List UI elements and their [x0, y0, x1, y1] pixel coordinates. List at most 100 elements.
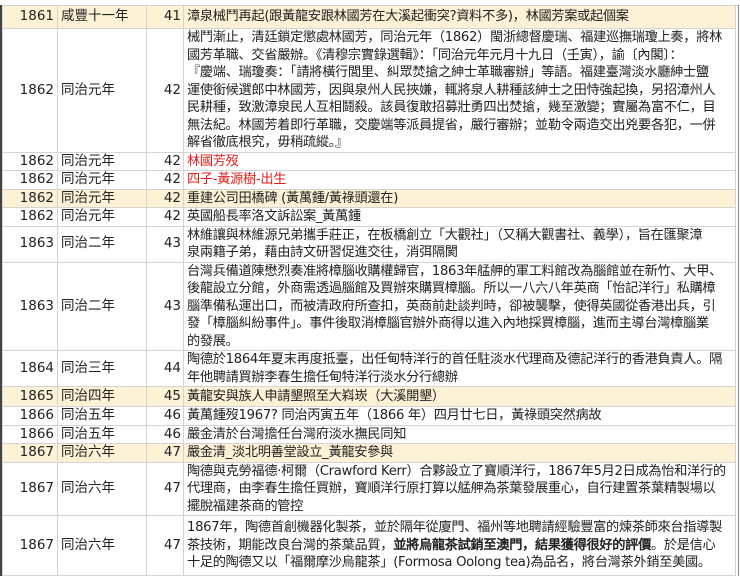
number-cell[interactable]: 43 [146, 261, 184, 351]
content-cell[interactable]: 陶德與克勞福德·柯爾（Crawford Kerr）合夥設立了寶順洋行，1867年… [183, 461, 736, 516]
era-cell[interactable]: 同治元年 [57, 188, 147, 208]
era-cell[interactable]: 同治元年 [57, 28, 147, 153]
content-text: 林維讓與林維源兄弟攜手莊正，在板橋創立「大觀社」（又稱大觀書社、義學），旨在匯聚… [187, 227, 703, 243]
era-cell[interactable]: 同治二年 [57, 261, 147, 351]
number-cell[interactable]: 42 [146, 170, 184, 190]
era-cell[interactable]: 同治二年 [57, 225, 147, 263]
table-row: 1862 同治元年 42 林國芳歿 [2, 151, 736, 171]
content-text: 國芳革職、交省嚴辦。《清穆宗實錄選輯》：「同治元年元月十九日（壬寅），諭〔內閣〕… [187, 47, 683, 63]
table-row: 1862 同治元年 42 英國船長率洛文訴訟案_黃萬鍾 [2, 207, 736, 227]
era-cell[interactable]: 同治六年 [57, 461, 147, 516]
content-cell[interactable]: 嚴金清_淡北明善堂設立_黃龍安參與 [183, 443, 736, 463]
year-cell[interactable]: 1864 [2, 350, 58, 387]
table-row: 1861 咸豐十一年 41 漳泉械鬥再起(跟黃龍安跟林國芳在大溪起衝突?資料不多)，林… [2, 5, 736, 29]
content-line: 英國船長率洛文訴訟案_黃萬鍾 [187, 208, 732, 225]
era-cell[interactable]: 同治五年 [57, 424, 147, 444]
content-line: 國芳革職、交省嚴辦。《清穆宗實錄選輯》：「同治元年元月十九日（壬寅），諭〔內閣〕… [187, 47, 732, 65]
spreadsheet: 1861 咸豐十一年 41 漳泉械鬥再起(跟黃龍安跟林國芳在大溪起衝突?資料不多)，林… [0, 5, 739, 576]
number-cell[interactable]: 45 [146, 386, 184, 407]
number-cell[interactable]: 42 [146, 207, 184, 227]
table-row: 1866 同治五年 46 黃萬鍾歿1967? 同治丙寅五年（1866 年）四月廿七日，… [2, 406, 736, 426]
number-cell[interactable]: 42 [146, 188, 184, 208]
content-cell[interactable]: 台灣兵備道陳懋烈奏准將樟腦收購權歸官，1863年艋舺的軍工料館改為腦館並在新竹、… [183, 261, 736, 351]
content-line: 代理商，由李春生擔任買辦，寶順洋行原打算以艋舺為茶葉發展重心，自行建置茶葉精製場… [187, 480, 732, 498]
content-cell[interactable]: 械鬥漸止，清廷鎖定懲處林國芳，同治元年（1862）閩浙總督慶瑞、福建巡撫瑞瓊上奏… [183, 28, 736, 153]
number-cell[interactable]: 44 [146, 350, 184, 387]
content-cell[interactable]: 黃萬鍾歿1967? 同治丙寅五年（1866 年）四月廿七日，黃祿頭突然病故 [183, 406, 736, 426]
content-cell[interactable]: 英國船長率洛文訴訟案_黃萬鍾 [183, 207, 736, 227]
era-cell[interactable]: 同治五年 [57, 406, 147, 426]
content-line: 茶技術，期能改良台灣的茶葉品質，並將烏龍茶試銷至澳門，結果獲得很好的評價。於是信… [187, 537, 732, 555]
content-cell[interactable]: 四子-黃源樹-出生 [183, 170, 736, 190]
content-cell[interactable]: 重建公司田橋碑 (黃萬鍾/黃祿頭還在) [183, 188, 736, 208]
number-cell[interactable]: 46 [146, 424, 184, 444]
content-cell[interactable]: 嚴金清於台灣擔任台灣府淡水撫民同知 [183, 424, 736, 444]
bold-text: 並將烏龍茶試銷至澳門，結果獲得很好的評價 [393, 537, 651, 553]
year-cell[interactable]: 1863 [2, 225, 58, 263]
year-cell[interactable]: 1862 [2, 207, 58, 227]
number-cell[interactable]: 47 [146, 515, 184, 576]
era-cell[interactable]: 同治元年 [57, 207, 147, 227]
number-cell[interactable]: 43 [146, 225, 184, 263]
content-text: 擺脫福建茶商的管控 [187, 498, 303, 514]
year-cell[interactable]: 1862 [2, 28, 58, 153]
content-cell[interactable]: 林國芳歿 [183, 151, 736, 171]
era-cell[interactable]: 同治六年 [57, 443, 147, 463]
era-cell[interactable]: 同治三年 [57, 350, 147, 387]
content-line: 嚴金清_淡北明善堂設立_黃龍安參與 [187, 444, 732, 461]
number-cell[interactable]: 42 [146, 28, 184, 153]
number-cell[interactable]: 47 [146, 443, 184, 463]
content-line: 解省徹底根究，毋稍疏縱。』 [187, 134, 732, 151]
number-cell[interactable]: 46 [146, 406, 184, 426]
era-cell[interactable]: 同治元年 [57, 151, 147, 171]
content-text: 年他聘請買辦李春生擔任甸特洋行淡水分行總辦 [187, 369, 458, 385]
content-text: 腦準備私運出口，而被清政府所查扣，英商前赴談判時，卻被襲擊，使得英國從香港出兵，… [187, 298, 716, 314]
year-cell[interactable]: 1862 [2, 151, 58, 171]
content-cell[interactable]: 1867年，陶德首創機器化製茶，並於隔年從廈門、福州等地聘請經驗豐富的煉茶師來台… [183, 515, 736, 576]
content-text: 『慶端、瑞瓊奏：「請將橫行閭里、糾眾焚搶之紳士革職審辦」等語。福建臺灣淡水廳紳士… [187, 65, 709, 80]
content-line: 重建公司田橋碑 (黃萬鍾/黃祿頭還在) [187, 190, 732, 207]
year-cell[interactable]: 1861 [2, 5, 58, 29]
year-cell[interactable]: 1866 [2, 424, 58, 444]
year-cell[interactable]: 1867 [2, 443, 58, 463]
number-cell[interactable]: 47 [146, 461, 184, 516]
table-row: 1867 同治六年 47 1867年，陶德首創機器化製茶，並於隔年從廈門、福州等地聘請… [2, 515, 736, 576]
content-line: 漳泉械鬥再起(跟黃龍安跟林國芳在大溪起衝突?資料不多)，林國芳案或起個案 [187, 8, 732, 26]
era-cell[interactable]: 同治六年 [57, 515, 147, 576]
content-line: 陶德於1864年夏末再度抵臺，出任甸特洋行的首任駐淡水代理商及德記洋行的香港負責… [187, 352, 732, 369]
content-text: 林國芳歿 [187, 153, 239, 169]
year-cell[interactable]: 1862 [2, 188, 58, 208]
era-cell[interactable]: 同治元年 [57, 170, 147, 190]
content-text: 茶技術，期能改良台灣的茶葉品質， [187, 537, 394, 553]
content-line: 陶德與克勞福德·柯爾（Crawford Kerr）合夥設立了寶順洋行，1867年… [187, 463, 732, 480]
content-text: 民耕種，致激漳泉民人互相鬪殺。該員復敢招募壯勇四出焚搶，幾至激變；實屬為富不仁，… [187, 100, 716, 115]
content-text: 四子-黃源樹-出生 [187, 172, 287, 187]
number-cell[interactable]: 42 [146, 151, 184, 171]
content-cell[interactable]: 林維讓與林維源兄弟攜手莊正，在板橋創立「大觀社」（又稱大觀書社、義學），旨在匯聚… [183, 225, 736, 263]
content-line: 械鬥漸止，清廷鎖定懲處林國芳，同治元年（1862）閩浙總督慶瑞、福建巡撫瑞瓊上奏… [187, 29, 732, 46]
content-text: 陶德於1864年夏末再度抵臺，出任甸特洋行的首任駐淡水代理商及德記洋行的香港負責… [187, 352, 722, 367]
era-cell[interactable]: 咸豐十一年 [57, 5, 147, 29]
number-cell[interactable]: 41 [146, 5, 184, 29]
content-text: 運使銜候選郎中林國芳，因與泉州人民挾嫌，輒將泉人耕種該紳士之田恃強起換，另招漳州… [187, 82, 716, 98]
content-cell[interactable]: 漳泉械鬥再起(跟黃龍安跟林國芳在大溪起衝突?資料不多)，林國芳案或起個案 [183, 5, 736, 29]
content-line: 四子-黃源樹-出生 [187, 171, 732, 188]
year-cell[interactable]: 1867 [2, 515, 58, 576]
era-cell[interactable]: 同治四年 [57, 386, 147, 407]
year-cell[interactable]: 1867 [2, 461, 58, 516]
content-line: 林國芳歿 [187, 153, 732, 170]
content-line: 擺脫福建茶商的管控 [187, 498, 732, 515]
content-text: 解省徹底根究，毋稍疏縱。』 [187, 135, 348, 150]
table-row: 1867 同治六年 47 嚴金清_淡北明善堂設立_黃龍安參與 [2, 443, 736, 463]
year-cell[interactable]: 1865 [2, 386, 58, 407]
content-text: 械鬥漸止，清廷鎖定懲處林國芳，同治元年（1862）閩浙總督慶瑞、福建巡撫瑞瓊上奏… [187, 30, 722, 45]
table-row: 1864 同治三年 44 陶德於1864年夏末再度抵臺，出任甸特洋行的首任駐淡水代理商… [2, 350, 736, 387]
content-cell[interactable]: 陶德於1864年夏末再度抵臺，出任甸特洋行的首任駐淡水代理商及德記洋行的香港負責… [183, 350, 736, 387]
content-text: 嚴金清於台灣擔任台灣府淡水撫民同知 [187, 426, 407, 442]
year-cell[interactable]: 1866 [2, 406, 58, 426]
year-cell[interactable]: 1862 [2, 170, 58, 190]
content-text: 英國船長率洛文訴訟案_黃萬鍾 [187, 209, 361, 224]
content-text: 十足的陶德又以「福爾摩沙烏龍茶」(Formosa Oolong tea)為品名，… [187, 555, 711, 571]
content-cell[interactable]: 黃龍安與族人申請墾照至大嵙崁（大溪開墾） [183, 386, 736, 407]
year-cell[interactable]: 1863 [2, 261, 58, 351]
